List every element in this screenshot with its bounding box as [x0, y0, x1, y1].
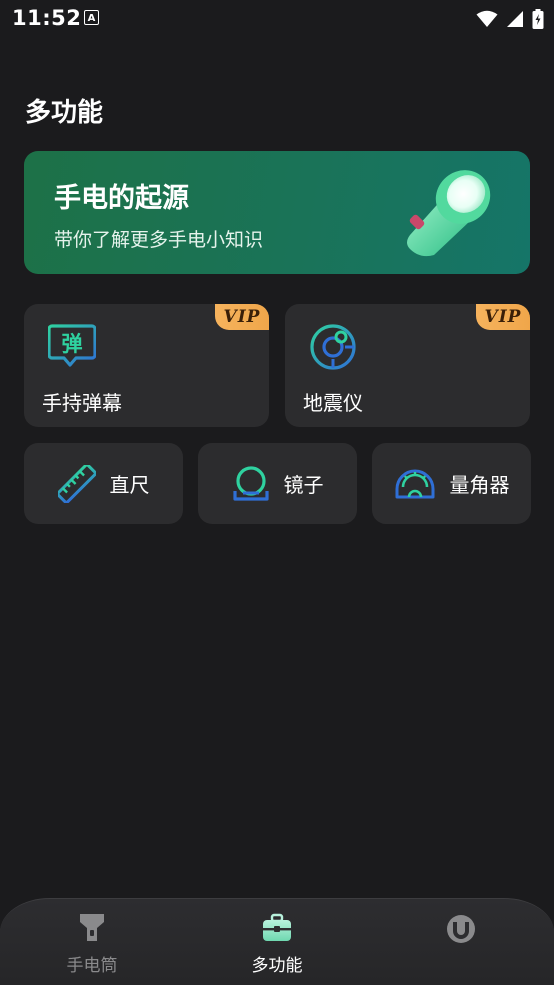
- ruler-label: 直尺: [109, 473, 150, 497]
- battery-icon: [532, 9, 544, 29]
- signal-icon: [507, 11, 523, 27]
- nav-flashlight[interactable]: 手电筒: [32, 913, 152, 976]
- flashlight-icon: [80, 914, 104, 941]
- mirror-label: 镜子: [283, 473, 324, 497]
- wifi-icon: [476, 10, 498, 27]
- vip-badge: VIP: [476, 304, 530, 330]
- ruler-icon: [57, 464, 96, 503]
- bullet-chat-glyph: 弹: [62, 332, 83, 356]
- notification-icon: A: [84, 10, 99, 25]
- ruler-card[interactable]: 直尺: [24, 443, 183, 524]
- page-title: 多功能: [25, 98, 104, 128]
- flashlight-origin-banner[interactable]: 手电的起源 带你了解更多手电小知识: [24, 151, 530, 274]
- toolbox-icon: [263, 913, 291, 941]
- banner-title: 手电的起源: [54, 183, 189, 214]
- protractor-icon: [395, 469, 434, 498]
- bullet-chat-card[interactable]: 弹 手持弹幕 VIP: [24, 304, 269, 427]
- status-bar: 11:52 A: [0, 0, 554, 38]
- protractor-label: 量角器: [449, 473, 510, 497]
- status-icons: [476, 8, 544, 30]
- seismometer-icon: [310, 324, 356, 370]
- bottom-navigation: 手电筒 多功能: [0, 898, 554, 985]
- mirror-card[interactable]: 镜子: [198, 443, 357, 524]
- seismometer-card[interactable]: 地震仪 VIP: [285, 304, 530, 427]
- nav-multifunction-label: 多功能: [251, 956, 303, 976]
- protractor-card[interactable]: 量角器: [372, 443, 531, 524]
- profile-icon: [447, 915, 475, 943]
- vip-badge: VIP: [215, 304, 269, 330]
- nav-multifunction[interactable]: 多功能: [217, 913, 337, 976]
- nav-flashlight-label: 手电筒: [66, 956, 118, 976]
- bullet-chat-icon: 弹: [48, 324, 96, 367]
- flashlight-icon: [407, 170, 491, 257]
- banner-subtitle: 带你了解更多手电小知识: [54, 229, 264, 251]
- seismometer-label: 地震仪: [303, 391, 363, 415]
- nav-profile[interactable]: [401, 913, 521, 953]
- bullet-chat-label: 手持弹幕: [42, 391, 122, 415]
- mirror-icon: [232, 465, 269, 501]
- status-time: 11:52: [12, 6, 82, 30]
